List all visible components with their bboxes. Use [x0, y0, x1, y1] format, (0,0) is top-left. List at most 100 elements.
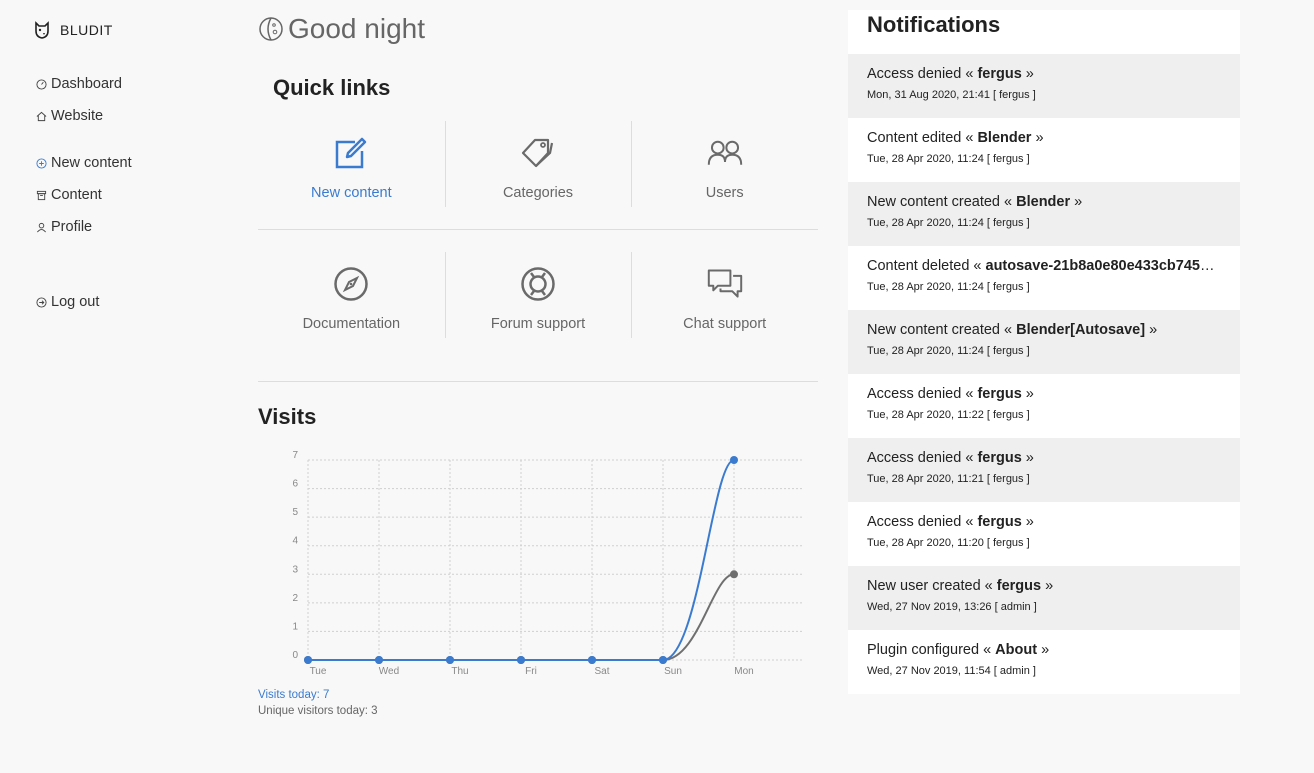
sidebar: BLUDIT Dashboard Website New content Con…: [30, 18, 230, 318]
notification-action: New content created «: [867, 194, 1017, 210]
sidebar-item-label: Log out: [51, 294, 100, 310]
x-tick-label: Wed: [379, 666, 399, 677]
notification-action: Plugin configured «: [867, 642, 996, 658]
notification-subject: About: [995, 642, 1038, 658]
notification-subject: fergus: [977, 386, 1022, 402]
notification-item: New user created « fergus » Wed, 27 Nov 2…: [848, 566, 1240, 630]
notification-meta: Tue, 28 Apr 2020, 11:22 [ fergus ]: [867, 409, 1030, 421]
sidebar-item-label: Dashboard: [51, 76, 122, 92]
user-icon: [37, 222, 46, 232]
notification-message: Access denied « fergus »: [867, 450, 1221, 466]
notification-suffix: »: [1021, 66, 1034, 82]
notification-action: Content deleted «: [867, 258, 986, 274]
sidebar-item-dashboard[interactable]: Dashboard: [30, 68, 230, 100]
notification-action: New user created «: [867, 578, 997, 594]
notification-suffix: »: [1031, 130, 1044, 146]
edit-icon: [336, 137, 367, 169]
data-point: [517, 656, 525, 664]
sidebar-item-content[interactable]: Content: [30, 179, 230, 211]
notification-subject: Blender[Autosave]: [1016, 322, 1146, 338]
notification-meta: Tue, 28 Apr 2020, 11:24 [ fergus ]: [867, 345, 1030, 357]
notification-suffix: »: [1021, 386, 1034, 402]
notification-item: Plugin configured « About » Wed, 27 Nov 2…: [848, 630, 1240, 694]
notifications-panel: Notifications Access denied « fergus » Mo…: [848, 10, 1240, 694]
notification-suffix: »: [1021, 514, 1034, 530]
notifications-list: Access denied « fergus » Mon, 31 Aug 2020…: [848, 54, 1240, 694]
x-tick-label: Tue: [310, 666, 327, 677]
dashboard-icon: [36, 78, 47, 90]
quick-link-documentation[interactable]: Documentation: [258, 252, 445, 338]
quick-links-row: Documentation Forum support Chat support: [258, 252, 818, 382]
notification-meta: Wed, 27 Nov 2019, 13:26 [ admin ]: [867, 601, 1037, 613]
x-tick-label: Sat: [594, 666, 609, 677]
notification-message: New content created « Blender[Autosave] …: [867, 322, 1221, 338]
chat-icon: [707, 269, 742, 298]
y-tick-label: 0: [292, 650, 298, 661]
notification-meta: Wed, 27 Nov 2019, 11:54 [ admin ]: [867, 665, 1036, 677]
notification-suffix: »: [1021, 450, 1034, 466]
quick-link-categories[interactable]: Categories: [444, 121, 632, 207]
archive-icon: [36, 190, 47, 200]
notification-meta: Tue, 28 Apr 2020, 11:20 [ fergus ]: [867, 537, 1030, 549]
x-tick-label: Sun: [664, 666, 682, 677]
dashboard-main: Good night Quick links New content Categ…: [258, 0, 818, 717]
sidebar-item-new-content[interactable]: New content: [30, 147, 230, 179]
notification-item: Content edited « Blender » Tue, 28 Apr 20…: [848, 118, 1240, 182]
notification-subject: fergus: [977, 66, 1022, 82]
sidebar-item-logout[interactable]: Log out: [30, 286, 230, 318]
notification-action: Access denied «: [867, 450, 978, 466]
data-point: [730, 570, 738, 579]
quick-link-forum-support[interactable]: Forum support: [444, 252, 632, 338]
notification-message: Access denied « fergus »: [867, 386, 1221, 402]
notification-message: Access denied « fergus »: [867, 66, 1221, 82]
data-point: [304, 656, 312, 664]
notification-message: Plugin configured « About »: [867, 642, 1221, 658]
notification-item: Access denied « fergus » Tue, 28 Apr 2020…: [848, 438, 1240, 502]
notification-item: Content deleted « autosave-21b8a0e80e433…: [848, 246, 1240, 310]
visits-today-text: Visits today: 7: [258, 689, 330, 701]
quick-link-new-content[interactable]: New content: [258, 121, 445, 207]
notification-suffix: »: [1070, 194, 1083, 210]
notification-item: Access denied « fergus » Mon, 31 Aug 2020…: [848, 54, 1240, 118]
y-tick-label: 4: [292, 536, 298, 547]
quick-links-row: New content Categories Users: [258, 121, 818, 230]
bludit-logo-icon: [35, 21, 49, 39]
y-tick-label: 5: [292, 507, 298, 518]
notification-subject: Blender: [1016, 194, 1071, 210]
notification-message: New user created « fergus »: [867, 578, 1221, 594]
notification-action: Access denied «: [867, 514, 978, 530]
x-tick-label: Fri: [525, 666, 537, 677]
logout-icon: [36, 296, 47, 308]
notification-meta: Tue, 28 Apr 2020, 11:24 [ fergus ]: [867, 281, 1030, 293]
notification-message: Access denied « fergus »: [867, 514, 1221, 530]
visits-chart: 0 1 2 3 4 5 6 7 Tue Wed Thu Fri Sat Sun Mon: [258, 448, 818, 688]
notification-action: Content edited «: [867, 130, 978, 146]
sidebar-item-profile[interactable]: Profile: [30, 211, 230, 243]
quick-link-label: Users: [705, 185, 744, 201]
quick-link-users[interactable]: Users: [631, 121, 818, 207]
y-tick-label: 1: [292, 621, 298, 632]
users-icon: [707, 140, 742, 165]
data-point: [588, 656, 596, 664]
notification-subject: fergus: [996, 578, 1042, 594]
notification-message: New content created « Blender »: [867, 194, 1221, 210]
sidebar-item-label: Content: [51, 187, 102, 203]
sidebar-item-website[interactable]: Website: [30, 100, 230, 132]
quick-link-label: New content: [311, 185, 392, 201]
brand[interactable]: BLUDIT: [30, 18, 230, 42]
data-point: [446, 656, 454, 664]
notification-suffix: »: [1145, 322, 1158, 338]
notifications-title: Notifications: [867, 12, 1001, 37]
visits-chart-svg: 0 1 2 3 4 5 6 7 Tue Wed Thu Fri Sat Sun Mon: [292, 450, 803, 677]
quick-link-label: Forum support: [490, 316, 586, 332]
x-tick-label: Thu: [451, 666, 468, 677]
notification-meta: Tue, 28 Apr 2020, 11:24 [ fergus ]: [867, 217, 1030, 229]
notification-item: New content created « Blender » Tue, 28 A…: [848, 182, 1240, 246]
quick-link-chat-support[interactable]: Chat support: [631, 252, 818, 338]
visits-title: Visits: [258, 404, 317, 429]
notification-suffix: »: [1041, 578, 1054, 594]
notification-item: New content created « Blender[Autosave] …: [848, 310, 1240, 374]
greeting-text: Good night: [288, 13, 425, 44]
y-tick-label: 3: [292, 564, 298, 575]
quick-link-label: Chat support: [683, 316, 767, 332]
